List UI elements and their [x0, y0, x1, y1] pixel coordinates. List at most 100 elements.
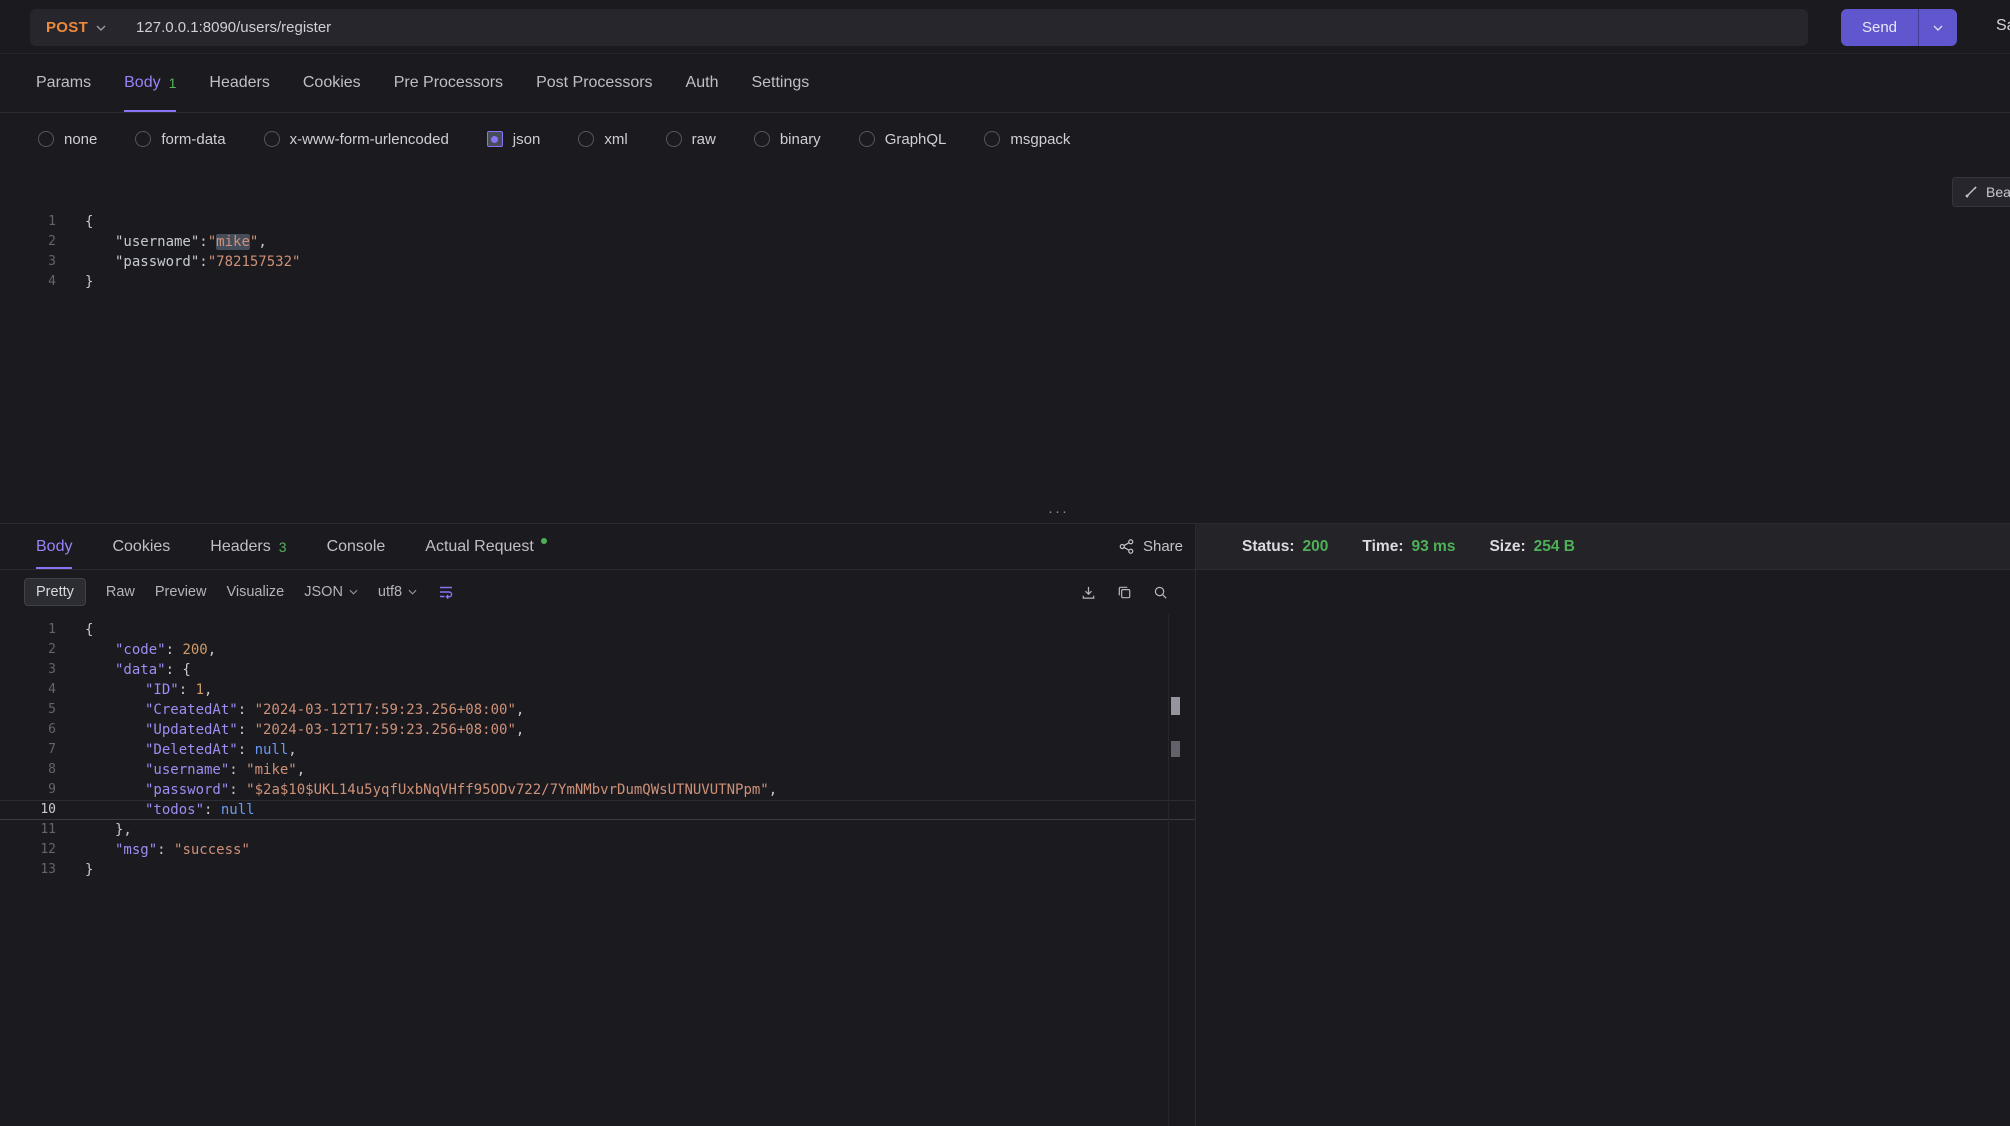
code-token: : [199, 254, 207, 270]
code-line[interactable]: 8"username": "mike", [0, 760, 1195, 780]
beautify-icon [1963, 184, 1979, 200]
code-token: : [166, 642, 183, 658]
code-line[interactable]: 2"username":"mike", [0, 232, 2010, 252]
format-dropdown[interactable]: JSON [304, 584, 358, 600]
code-token: "username" [145, 762, 229, 778]
encoding-dropdown[interactable]: utf8 [378, 584, 417, 600]
response-tab-headers[interactable]: Headers3 [210, 524, 286, 569]
view-preview[interactable]: Preview [155, 584, 207, 600]
code-line[interactable]: 2"code": 200, [0, 640, 1195, 660]
body-type-msgpack[interactable]: msgpack [984, 131, 1070, 148]
code-line-content: "msg": "success" [56, 840, 250, 860]
code-token: , [258, 234, 266, 250]
line-number: 12 [0, 840, 56, 860]
tab-settings[interactable]: Settings [751, 54, 809, 112]
code-line[interactable]: 1{ [0, 620, 1195, 640]
code-line[interactable]: 4"ID": 1, [0, 680, 1195, 700]
code-token: "UpdatedAt" [145, 722, 238, 738]
save-button[interactable]: Save [1996, 17, 2010, 35]
send-dropdown-button[interactable] [1918, 9, 1957, 46]
response-tab-body[interactable]: Body [36, 524, 72, 569]
splitter-handle[interactable]: ··· [1048, 503, 1069, 520]
tab-post-processors[interactable]: Post Processors [536, 54, 652, 112]
status-badge: Status: 200 [1242, 538, 1328, 556]
body-type-form-data[interactable]: form-data [135, 131, 225, 148]
response-tab-cookies[interactable]: Cookies [112, 524, 170, 569]
body-type-label: raw [692, 131, 716, 148]
body-type-raw[interactable]: raw [666, 131, 716, 148]
overview-ruler-mark [1171, 697, 1180, 715]
code-line[interactable]: 5"CreatedAt": "2024-03-12T17:59:23.256+0… [0, 700, 1195, 720]
method-dropdown[interactable]: POST [46, 19, 106, 36]
body-type-none[interactable]: none [38, 131, 97, 148]
code-token: } [85, 274, 93, 290]
line-number: 5 [0, 700, 56, 720]
code-line[interactable]: 12"msg": "success" [0, 840, 1195, 860]
word-wrap-toggle[interactable] [437, 583, 455, 601]
tab-params[interactable]: Params [36, 54, 91, 112]
line-number: 9 [0, 780, 56, 800]
code-line[interactable]: 1{ [0, 212, 2010, 232]
tab-label: Body [36, 538, 72, 556]
response-tab-actual-request[interactable]: Actual Request [425, 524, 547, 569]
response-pane: Body Cookies Headers3 Console Actual Req… [0, 524, 1196, 1126]
share-label: Share [1143, 538, 1183, 555]
tab-pre-processors[interactable]: Pre Processors [394, 54, 503, 112]
view-visualize[interactable]: Visualize [226, 584, 284, 600]
share-button[interactable]: Share [1118, 524, 1183, 569]
line-number: 7 [0, 740, 56, 760]
code-line[interactable]: 6"UpdatedAt": "2024-03-12T17:59:23.256+0… [0, 720, 1195, 740]
code-token: "2024-03-12T17:59:23.256+08:00" [255, 722, 516, 738]
radio-icon [264, 131, 280, 147]
body-type-label: x-www-form-urlencoded [290, 131, 449, 148]
code-token: : [238, 702, 255, 718]
code-token: "password" [115, 254, 199, 270]
download-button[interactable] [1080, 584, 1097, 601]
body-type-graphql[interactable]: GraphQL [859, 131, 947, 148]
code-token: "data" [115, 662, 166, 678]
line-number: 6 [0, 720, 56, 740]
code-line[interactable]: 9"password": "$2a$10$UKL14u5yqfUxbNqVHff… [0, 780, 1195, 800]
view-pretty[interactable]: Pretty [24, 578, 86, 606]
tab-label: Headers [209, 74, 269, 92]
code-line-content: "ID": 1, [56, 680, 212, 700]
code-line[interactable]: 7"DeletedAt": null, [0, 740, 1195, 760]
tab-label: Pre Processors [394, 74, 503, 92]
copy-button[interactable] [1116, 584, 1133, 601]
code-line[interactable]: 3"password":"782157532" [0, 252, 2010, 272]
tab-body[interactable]: Body1 [124, 54, 176, 112]
send-button[interactable]: Send [1841, 9, 1918, 46]
code-line[interactable]: 11}, [0, 820, 1195, 840]
tab-auth[interactable]: Auth [686, 54, 719, 112]
line-number: 3 [0, 660, 56, 680]
radio-icon [135, 131, 151, 147]
tab-cookies[interactable]: Cookies [303, 54, 361, 112]
radio-icon [666, 131, 682, 147]
request-code[interactable]: 1{2"username":"mike",3"password":"782157… [0, 165, 2010, 292]
response-tab-console[interactable]: Console [327, 524, 386, 569]
view-raw[interactable]: Raw [106, 584, 135, 600]
response-code[interactable]: 1{2"code": 200,3"data": {4"ID": 1,5"Crea… [0, 620, 1195, 880]
request-tabs: Params Body1 Headers Cookies Pre Process… [0, 54, 2010, 113]
response-tool-icons [1080, 584, 1183, 601]
code-token: : [229, 762, 246, 778]
code-line-content: "UpdatedAt": "2024-03-12T17:59:23.256+08… [56, 720, 524, 740]
code-line-content: } [56, 860, 93, 880]
radio-icon [984, 131, 1000, 147]
body-type-xml[interactable]: xml [578, 131, 627, 148]
search-button[interactable] [1152, 584, 1169, 601]
response-body-viewer[interactable]: 1{2"code": 200,3"data": {4"ID": 1,5"Crea… [0, 614, 1195, 1126]
code-token: "mike" [246, 762, 297, 778]
code-line[interactable]: 3"data": { [0, 660, 1195, 680]
tab-label: Post Processors [536, 74, 652, 92]
url-input[interactable]: 127.0.0.1:8090/users/register [136, 19, 331, 36]
beautify-button[interactable]: Beautify [1952, 177, 2010, 207]
code-line[interactable]: 4} [0, 272, 2010, 292]
request-body-editor[interactable]: Beautify 1{2"username":"mike",3"password… [0, 165, 2010, 507]
code-line[interactable]: 10"todos": null [0, 800, 1195, 820]
tab-headers[interactable]: Headers [209, 54, 269, 112]
body-type-json[interactable]: json [487, 131, 541, 148]
body-type-binary[interactable]: binary [754, 131, 821, 148]
body-type-x-www-form-urlencoded[interactable]: x-www-form-urlencoded [264, 131, 449, 148]
code-line[interactable]: 13} [0, 860, 1195, 880]
